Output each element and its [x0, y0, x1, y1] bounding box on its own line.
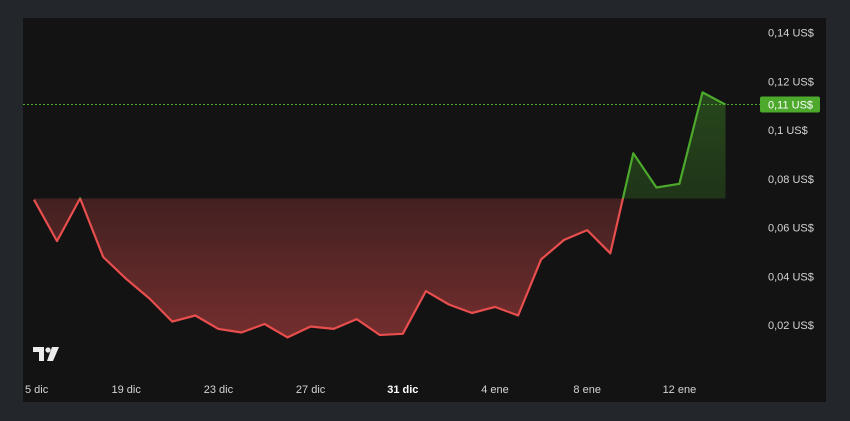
y-tick-label: 0,04 US$: [768, 271, 814, 283]
data-point-14: [355, 317, 359, 321]
x-tick-label: 4 ene: [481, 384, 509, 396]
data-point-20: [493, 305, 497, 309]
data-point-16: [401, 332, 405, 336]
x-tick-label: 27 dic: [296, 384, 326, 396]
data-point-13: [332, 327, 336, 331]
data-point-26: [631, 151, 635, 155]
data-point-30: [724, 103, 728, 107]
data-point-0: [32, 198, 36, 202]
tradingview-logo-icon: [33, 347, 59, 361]
data-point-9: [239, 331, 243, 335]
last-price-label: 0,11 US$: [768, 100, 813, 112]
x-tick-label: 8 ene: [573, 384, 601, 396]
data-point-27: [654, 185, 658, 189]
y-tick-label: 0,14 US$: [768, 28, 814, 40]
data-point-23: [562, 238, 566, 242]
x-tick-label: 12 ene: [663, 384, 697, 396]
data-point-25: [608, 251, 612, 255]
data-point-10: [263, 322, 267, 326]
data-point-7: [193, 313, 197, 317]
price-chart[interactable]: 0,14 US$ 0,12 US$ 0,1 US$ 0,08 US$ 0,06 US$ 0…: [23, 18, 826, 402]
y-tick-label: 0,1 US$: [768, 125, 808, 137]
data-point-17: [424, 289, 428, 293]
data-point-5: [147, 296, 151, 300]
x-tick-label: 5 dic: [25, 384, 49, 396]
y-tick-label: 0,08 US$: [768, 174, 814, 186]
data-point-2: [78, 196, 82, 200]
x-tick-label: 23 dic: [204, 384, 234, 396]
chart-frame: 0,14 US$ 0,12 US$ 0,1 US$ 0,08 US$ 0,06 US$ 0…: [23, 18, 826, 402]
data-point-1: [55, 239, 59, 243]
data-point-3: [101, 255, 105, 259]
data-point-19: [470, 311, 474, 315]
data-point-6: [170, 320, 174, 324]
data-point-4: [124, 277, 128, 281]
x-tick-label: 19 dic: [112, 384, 142, 396]
data-point-18: [447, 303, 451, 307]
data-point-29: [700, 90, 704, 94]
x-tick-label: 31 dic: [387, 384, 418, 396]
y-tick-label: 0,06 US$: [768, 223, 814, 235]
y-tick-label: 0,02 US$: [768, 320, 814, 332]
data-point-15: [378, 333, 382, 337]
data-point-24: [585, 228, 589, 232]
data-point-28: [677, 182, 681, 186]
data-point-8: [216, 327, 220, 331]
data-point-11: [286, 335, 290, 339]
y-tick-label: 0,12 US$: [768, 76, 814, 88]
data-point-12: [309, 324, 313, 328]
area-below-baseline: [34, 198, 623, 338]
data-point-21: [516, 313, 520, 317]
data-point-22: [539, 257, 543, 261]
